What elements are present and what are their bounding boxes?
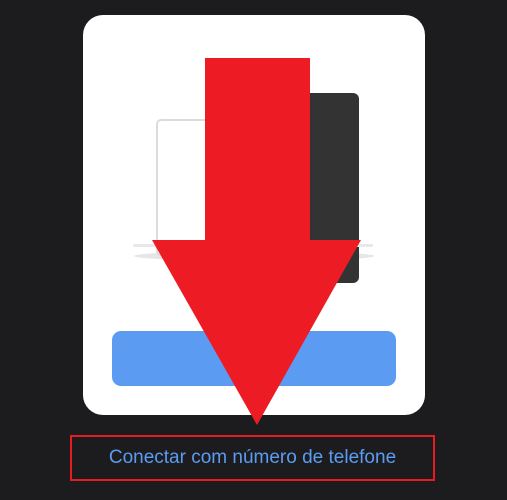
connect-with-phone-link[interactable]: Conectar com número de telefone <box>109 447 396 469</box>
devices-illustration-icon <box>133 93 374 283</box>
connect-card <box>83 15 425 415</box>
highlight-box: Conectar com número de telefone <box>70 435 435 481</box>
app-screen: Conectar com número de telefone <box>0 0 507 500</box>
primary-action-button[interactable] <box>112 331 396 386</box>
